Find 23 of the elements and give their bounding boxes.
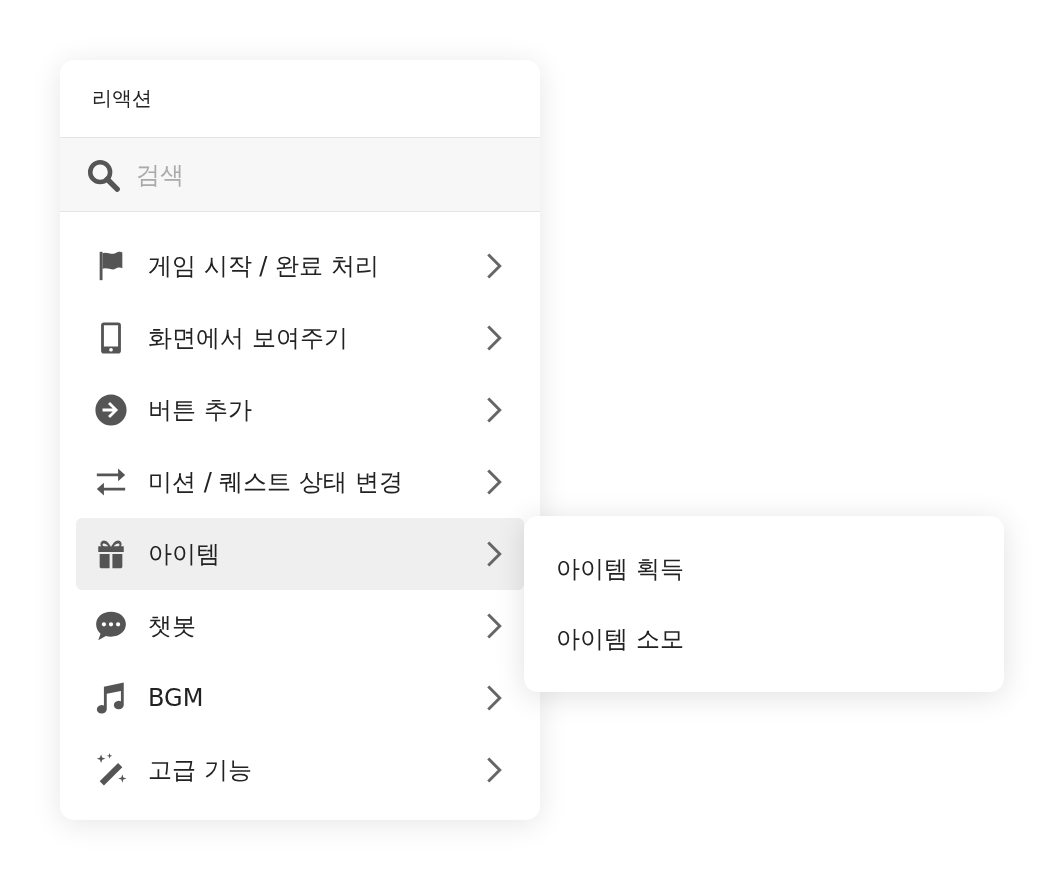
menu-item[interactable]: 화면에서 보여주기 [76, 302, 524, 374]
submenu-item[interactable]: 아이템 획득 [524, 534, 1004, 604]
chevron-right-icon [486, 395, 502, 425]
chevron-right-icon [486, 323, 502, 353]
menu-item[interactable]: 미션 / 퀘스트 상태 변경 [76, 446, 524, 518]
chevron-right-icon [486, 539, 502, 569]
magic-wand-icon [94, 753, 128, 787]
submenu-item[interactable]: 아이템 소모 [524, 604, 1004, 674]
chevron-right-icon [486, 683, 502, 713]
search-field[interactable]: 검색 [134, 159, 438, 190]
chevron-right-icon [486, 755, 502, 785]
menu-item[interactable]: 버튼 추가 [76, 374, 524, 446]
chevron-right-icon [486, 467, 502, 497]
chevron-right-icon [486, 251, 502, 281]
menu-item[interactable]: 챗봇 [76, 590, 524, 662]
menu-item[interactable]: 고급 기능 [76, 734, 524, 806]
menu-item[interactable]: BGM [76, 662, 524, 734]
menu-item[interactable]: 아이템 [76, 518, 524, 590]
chat-bubble-icon [94, 609, 128, 643]
search-icon [86, 157, 120, 192]
chevron-right-icon [486, 611, 502, 641]
menu-item[interactable]: 게임 시작 / 완료 처리 [76, 230, 524, 302]
search-bar[interactable]: 검색 [60, 138, 540, 212]
